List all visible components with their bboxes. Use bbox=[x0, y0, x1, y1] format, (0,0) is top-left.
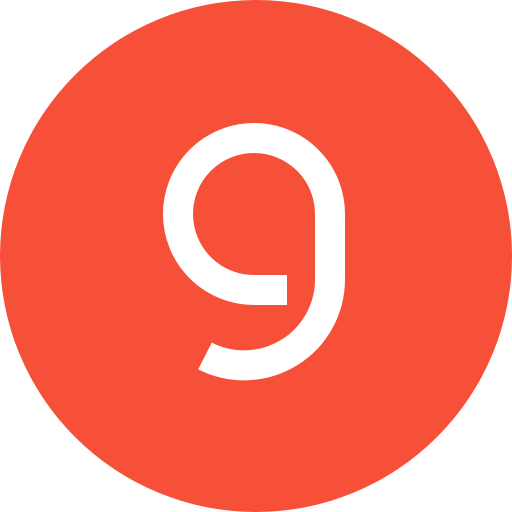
badge-circle bbox=[0, 0, 512, 512]
number-nine-circle-icon: 9 bbox=[0, 0, 512, 512]
icon-canvas: 9 bbox=[0, 0, 512, 512]
badge-graphic bbox=[0, 0, 512, 512]
